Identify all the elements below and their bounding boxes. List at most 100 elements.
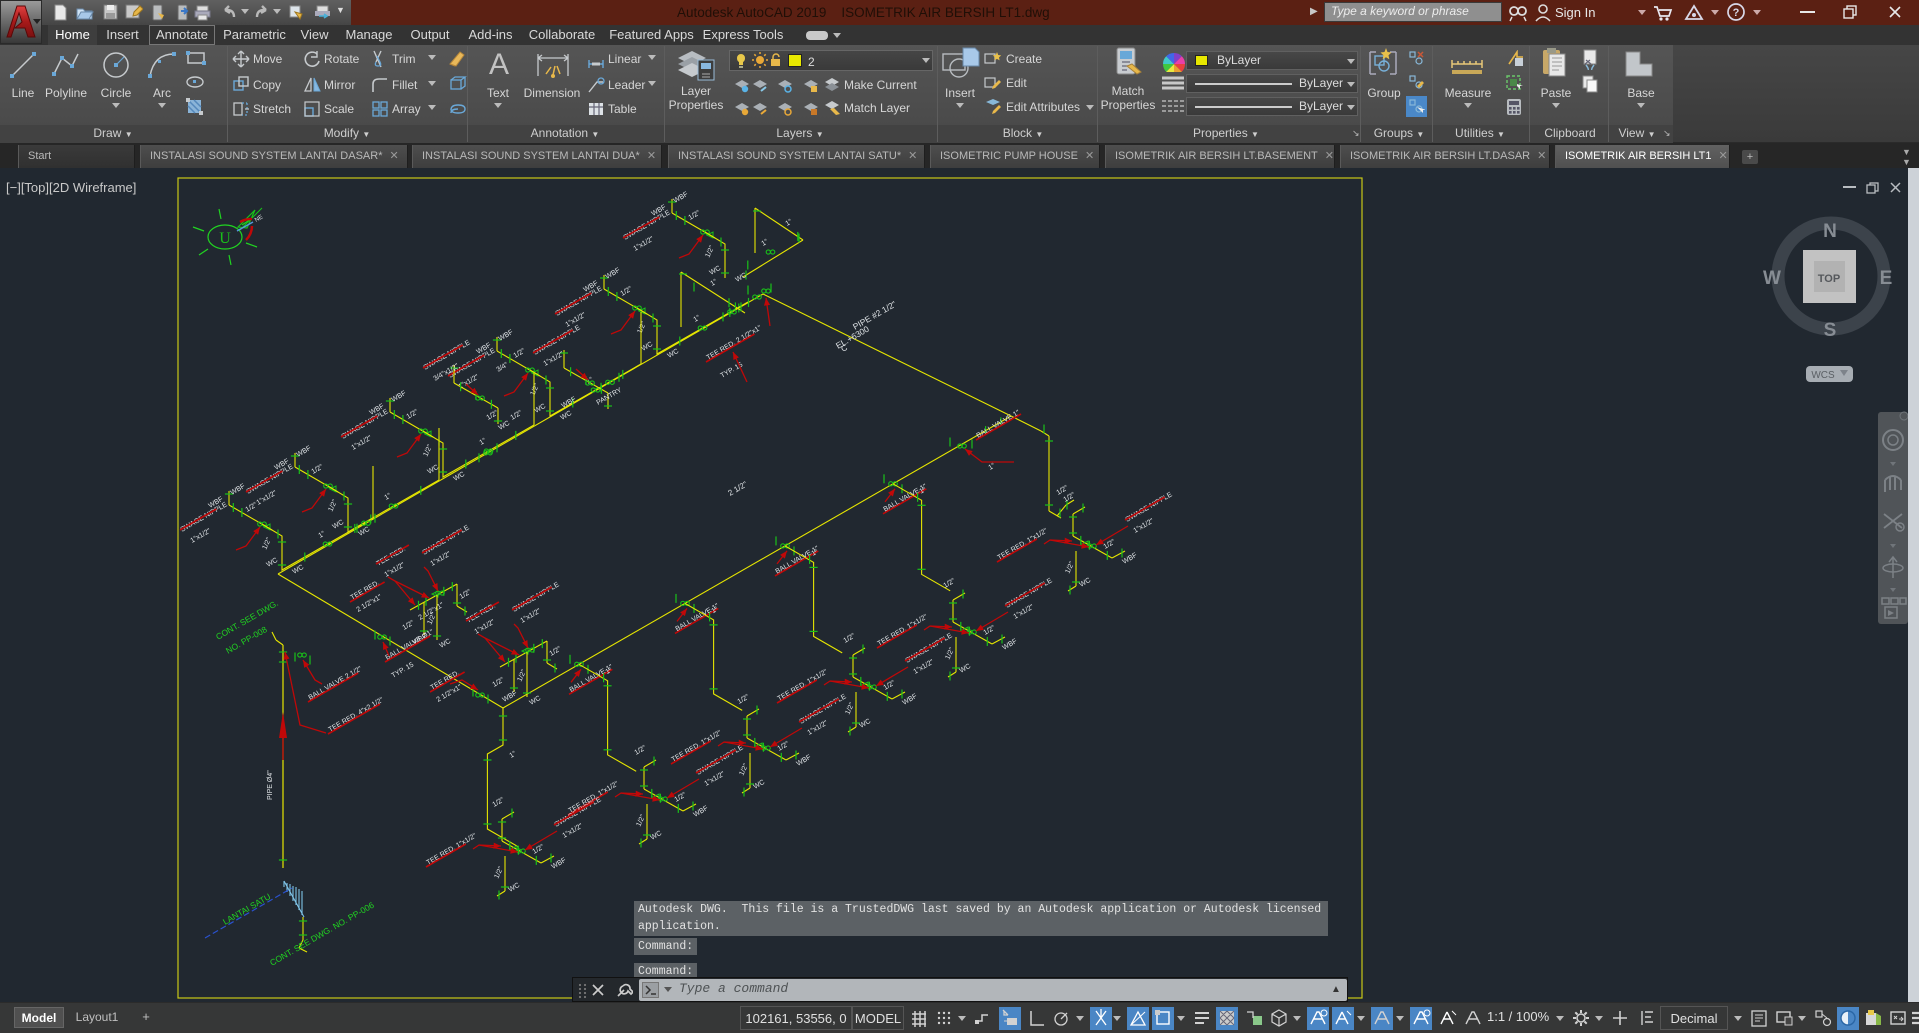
svg-text:1/2": 1/2" <box>549 645 564 657</box>
svg-text:1/2": 1/2" <box>516 668 528 682</box>
svg-text:WC: WC <box>650 830 664 842</box>
svg-text:1/2": 1/2" <box>327 498 339 512</box>
svg-text:SWAGE NIPPLE: SWAGE NIPPLE <box>623 209 672 242</box>
svg-text:BALL VALVE 2 1/2": BALL VALVE 2 1/2" <box>308 665 364 701</box>
svg-text:WBF: WBF <box>1002 638 1019 652</box>
svg-text:2 1/2": 2 1/2" <box>727 480 750 498</box>
svg-text:1/2": 1/2" <box>406 408 421 420</box>
svg-text:N: N <box>1823 221 1837 242</box>
svg-text:1"x1/2": 1"x1/2" <box>1133 517 1156 534</box>
svg-text:1/2": 1/2" <box>944 646 956 660</box>
svg-text:TYP. 15: TYP. 15 <box>720 361 745 379</box>
svg-text:WBF: WBF <box>296 445 313 459</box>
svg-text:1/2": 1/2" <box>261 536 273 550</box>
svg-text:WC: WC <box>709 265 723 277</box>
svg-text:TYP. 15: TYP. 15 <box>391 661 416 679</box>
svg-text:WBF: WBF <box>551 857 568 871</box>
svg-text:1"x1/2": 1"x1/2" <box>430 550 453 567</box>
svg-text:1/2": 1/2" <box>943 577 958 589</box>
svg-text:1"x1/2": 1"x1/2" <box>543 350 566 367</box>
svg-text:1/2": 1/2" <box>422 443 434 457</box>
svg-text:1": 1" <box>509 750 518 760</box>
svg-text:1"x1/2": 1"x1/2" <box>807 719 830 736</box>
svg-text:1/2": 1/2" <box>843 632 858 644</box>
svg-text:WC: WC <box>753 779 767 791</box>
svg-text:1/2": 1/2" <box>402 619 417 631</box>
svg-text:WBF: WBF <box>1122 552 1139 566</box>
svg-text:1/2": 1/2" <box>737 693 752 705</box>
svg-text:1"x1/2": 1"x1/2" <box>384 561 407 578</box>
svg-text:1"x1/2": 1"x1/2" <box>913 658 936 675</box>
svg-text:WC: WC <box>1079 577 1093 589</box>
svg-text:A: A <box>489 48 509 81</box>
svg-text:1/2": 1/2" <box>513 347 528 359</box>
svg-text:TOP: TOP <box>1818 273 1840 285</box>
svg-text:SWAGE NIPPLE: SWAGE NIPPLE <box>533 324 582 357</box>
svg-text:1"x1/2": 1"x1/2" <box>633 235 656 252</box>
svg-text:E: E <box>1880 268 1893 289</box>
svg-text:1"x1/2": 1"x1/2" <box>520 607 543 624</box>
svg-text:SWAGE NIPPLE: SWAGE NIPPLE <box>246 463 295 496</box>
svg-text:1/2": 1/2" <box>311 463 326 475</box>
svg-text:WC: WC <box>266 557 280 569</box>
svg-text:WC: WC <box>529 695 543 707</box>
svg-text:1"x1/2": 1"x1/2" <box>474 618 497 635</box>
svg-text:1/2": 1/2" <box>634 744 649 756</box>
svg-text:LANTAI SATU: LANTAI SATU <box>221 891 272 926</box>
svg-text:1"x1/2": 1"x1/2" <box>562 822 585 839</box>
svg-text:1/2": 1/2" <box>529 382 541 396</box>
svg-text:NE: NE <box>254 214 264 223</box>
svg-text:TEE RED. 1"x1/2": TEE RED. 1"x1/2" <box>426 832 479 866</box>
svg-text:WC: WC <box>959 663 973 675</box>
svg-text:WC: WC <box>358 526 372 538</box>
svg-text:1/2": 1/2" <box>738 762 750 776</box>
svg-text:1"x1/2": 1"x1/2" <box>256 489 279 506</box>
svg-text:WBF: WBF <box>502 690 519 704</box>
svg-text:1/2": 1/2" <box>510 409 525 421</box>
svg-text:1/2": 1/2" <box>1064 560 1076 574</box>
svg-text:WBF: WBF <box>902 693 919 707</box>
svg-text:BALL VALVE 1": BALL VALVE 1" <box>976 409 1022 440</box>
svg-text:WBF: WBF <box>605 267 622 281</box>
svg-text:1/2": 1/2" <box>636 320 648 334</box>
svg-text:1": 1" <box>988 462 997 472</box>
svg-text:PIPE Ø4": PIPE Ø4" <box>267 770 274 800</box>
svg-text:WC: WC <box>508 882 522 894</box>
svg-text:WCS: WCS <box>1811 370 1835 381</box>
svg-text:1": 1" <box>318 530 327 540</box>
svg-text:WBF: WBF <box>498 329 515 343</box>
svg-text:1/2": 1/2" <box>492 676 507 688</box>
svg-text:WC: WC <box>667 348 681 360</box>
svg-text:1"x1/2": 1"x1/2" <box>704 770 727 787</box>
svg-text:SWAGE NIPPLE: SWAGE NIPPLE <box>180 501 229 534</box>
svg-text:WC: WC <box>534 403 548 415</box>
svg-text:WC: WC <box>859 718 873 730</box>
svg-text:WBF: WBF <box>673 191 690 205</box>
svg-text:WC: WC <box>560 410 574 422</box>
svg-text:WC: WC <box>439 638 453 650</box>
svg-text:1/2": 1/2" <box>459 588 474 600</box>
svg-text:1": 1" <box>710 278 719 288</box>
svg-text:TEE RED. 1"x1/2": TEE RED. 1"x1/2" <box>997 527 1050 561</box>
svg-text:1/2": 1/2" <box>844 701 856 715</box>
svg-text:W: W <box>1763 268 1781 289</box>
svg-text:1": 1" <box>479 437 488 447</box>
svg-text:WC: WC <box>427 464 441 476</box>
svg-text:TEE RED. 1"x1/2": TEE RED. 1"x1/2" <box>877 613 930 647</box>
svg-text:S: S <box>1824 320 1837 341</box>
svg-text:WBF: WBF <box>561 396 578 410</box>
svg-text:1/2": 1/2" <box>493 865 505 879</box>
svg-text:1"x1/2": 1"x1/2" <box>190 527 213 544</box>
svg-text:1": 1" <box>785 218 794 228</box>
svg-text:1": 1" <box>384 492 393 502</box>
svg-text:WC: WC <box>641 341 655 353</box>
svg-text:1": 1" <box>693 314 702 324</box>
svg-text:1"x1/2": 1"x1/2" <box>1013 603 1036 620</box>
svg-text:SWAGE NIPPLE: SWAGE NIPPLE <box>341 408 390 441</box>
svg-text:WC: WC <box>332 519 346 531</box>
svg-text:1": 1" <box>761 238 770 248</box>
svg-text:1/2": 1/2" <box>620 285 635 297</box>
svg-text:PIPE #2 1/2": PIPE #2 1/2" <box>851 299 898 332</box>
svg-text:BALL VALVE Ø1": BALL VALVE Ø1" <box>385 628 436 661</box>
svg-text:WBF: WBF <box>230 483 247 497</box>
